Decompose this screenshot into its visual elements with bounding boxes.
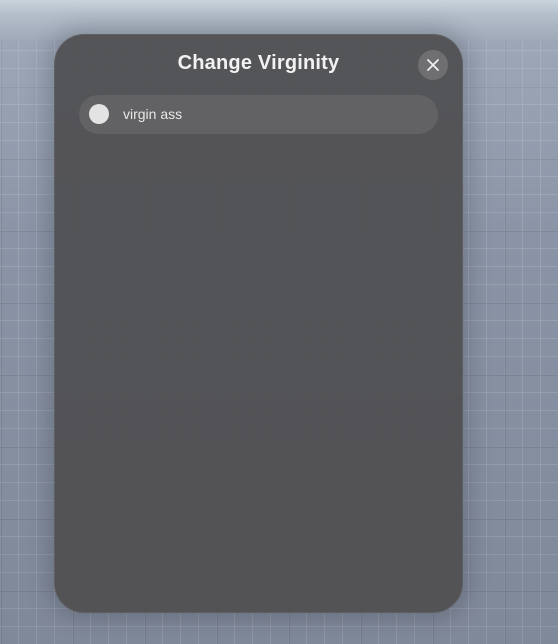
- close-button[interactable]: [418, 50, 448, 80]
- change-virginity-dialog: Change Virginity virgin ass: [54, 34, 463, 613]
- option-label: virgin ass: [123, 106, 183, 122]
- radio-unselected-icon: [89, 104, 109, 124]
- close-icon: [427, 59, 439, 71]
- dialog-title: Change Virginity: [177, 52, 340, 74]
- game-viewport: Change Virginity virgin ass: [0, 0, 558, 644]
- option-virgin-ass[interactable]: virgin ass: [79, 95, 438, 134]
